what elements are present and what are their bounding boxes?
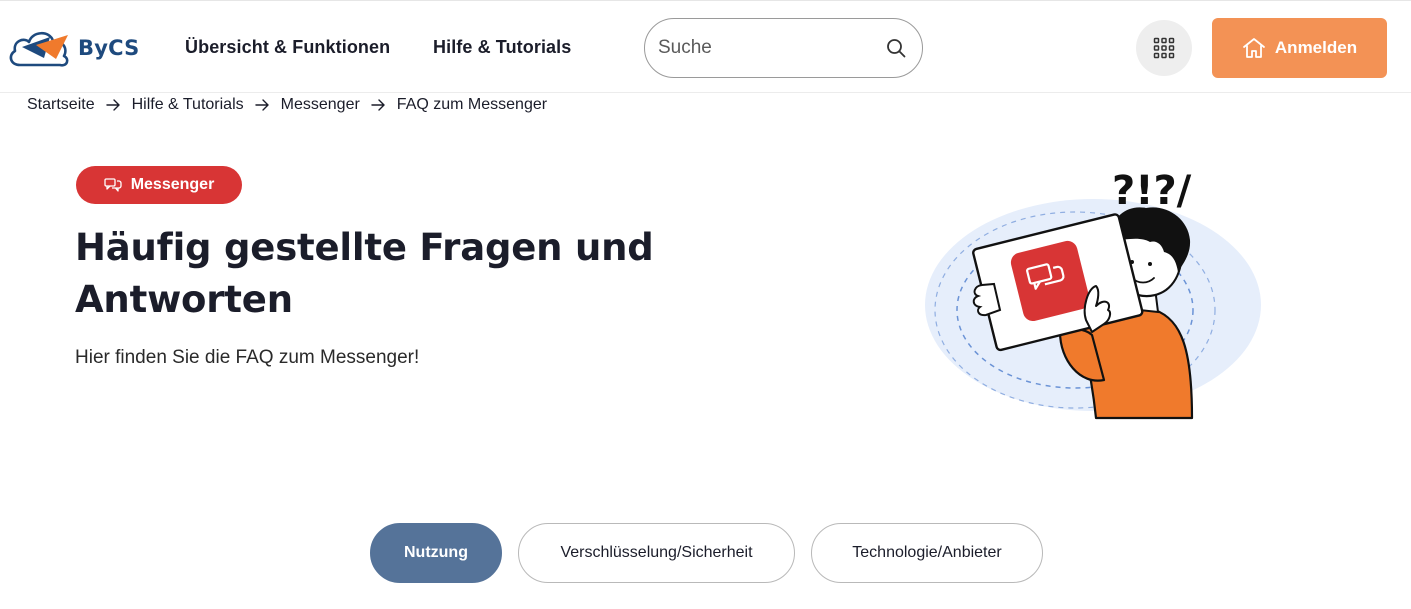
tab-nutzung[interactable]: Nutzung	[370, 523, 502, 583]
bycs-logo[interactable]: ByCS	[6, 23, 141, 73]
cloud-logo-icon	[9, 31, 69, 67]
nav-overview-link[interactable]: Übersicht & Funktionen	[185, 37, 390, 58]
tab-verschluesselung[interactable]: Verschlüsselung/Sicherheit	[518, 523, 795, 583]
site-header: ByCS Übersicht & Funktionen Hilfe & Tuto…	[0, 0, 1411, 93]
arrow-right-icon	[371, 99, 386, 111]
chat-bubbles-icon	[104, 178, 122, 192]
login-button[interactable]: Anmelden	[1212, 18, 1387, 78]
question-exclamation-text: ?!?/	[1112, 168, 1192, 214]
search-icon[interactable]	[886, 38, 906, 58]
breadcrumb-item-home[interactable]: Startseite	[27, 96, 95, 114]
home-icon	[1243, 38, 1265, 58]
faq-category-tabs: Nutzung Verschlüsselung/Sicherheit Techn…	[370, 523, 1043, 583]
page-subtitle: Hier finden Sie die FAQ zum Messenger!	[75, 347, 420, 368]
page-title: Häufig gestellte Fragen und Antworten	[75, 226, 654, 321]
search-box	[644, 18, 923, 78]
tab-technologie[interactable]: Technologie/Anbieter	[811, 523, 1043, 583]
arrow-right-icon	[105, 99, 121, 111]
breadcrumb-item-current: FAQ zum Messenger	[396, 96, 548, 113]
nav-help-link[interactable]: Hilfe & Tutorials	[433, 37, 571, 58]
breadcrumb-item-help[interactable]: Hilfe & Tutorials	[132, 96, 244, 114]
confused-person-illustration: ?!?/	[925, 168, 1261, 420]
login-label: Anmelden	[1274, 38, 1358, 57]
breadcrumb-item-messenger[interactable]: Messenger	[281, 96, 360, 114]
arrow-right-icon	[254, 99, 270, 111]
badge-label: Messenger	[130, 176, 215, 193]
search-input[interactable]	[658, 37, 858, 59]
breadcrumb: Startseite Hilfe & Tutorials Messenger F…	[27, 96, 547, 114]
messenger-badge: Messenger	[76, 166, 242, 204]
grid-icon	[1153, 37, 1175, 59]
apps-menu-button[interactable]	[1136, 20, 1192, 76]
logo-text: ByCS	[78, 36, 140, 60]
